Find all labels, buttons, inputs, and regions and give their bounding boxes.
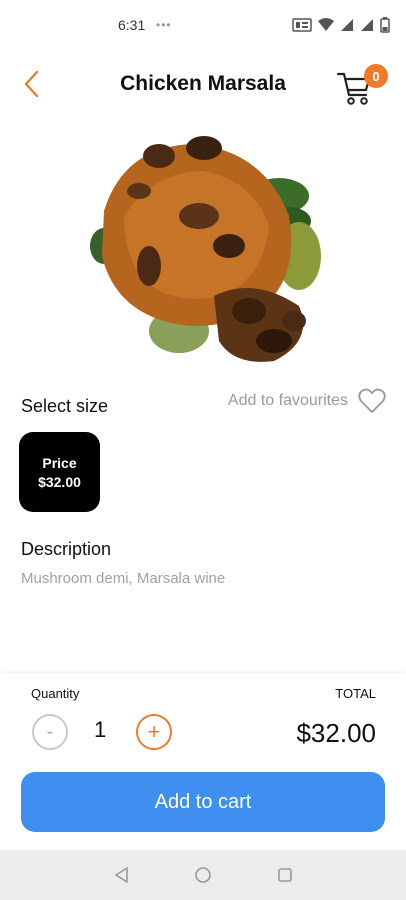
status-time: 6:31	[118, 17, 146, 33]
select-size-label: Select size	[21, 396, 109, 416]
total-label: TOTAL	[335, 686, 376, 701]
battery-icon	[380, 17, 390, 38]
cart-button[interactable]: 0	[336, 64, 388, 108]
price-option-value: $32.00	[38, 473, 81, 490]
system-nav-bar	[0, 850, 406, 900]
heart-icon	[358, 388, 386, 413]
quantity-value: 1	[94, 717, 107, 742]
signal-icon	[340, 18, 354, 37]
description-text: Mushroom demi, Marsala wine	[21, 570, 226, 587]
circle-home-icon	[195, 867, 211, 883]
total-value: $32.00	[296, 718, 376, 748]
nav-back-button[interactable]	[111, 865, 131, 885]
cart-count-badge: 0	[364, 64, 388, 88]
quantity-label: Quantity	[31, 686, 80, 701]
signal-icon-2	[360, 18, 374, 37]
nav-home-button[interactable]	[193, 865, 213, 885]
square-recents-icon	[278, 868, 292, 882]
dish-image	[90, 136, 321, 362]
nav-recents-button[interactable]	[275, 865, 295, 885]
add-to-cart-button[interactable]: Add to cart	[21, 772, 385, 832]
add-to-favourites-button[interactable]: Add to favourites	[228, 388, 386, 414]
status-bar: 6:31 •••	[0, 0, 406, 52]
increase-quantity-button[interactable]: +	[136, 714, 172, 750]
size-option-price[interactable]: Price $32.00	[19, 432, 100, 512]
size-row: Select size Add to favourites	[0, 388, 406, 422]
favourites-label: Add to favourites	[227, 392, 348, 409]
triangle-back-icon	[115, 867, 128, 883]
wifi-icon	[318, 18, 334, 37]
status-dots: •••	[156, 18, 172, 32]
price-option-label: Price	[42, 454, 77, 471]
sim-icon	[292, 18, 312, 37]
order-panel: Quantity TOTAL - 1 + $32.00 Add to cart	[0, 674, 406, 850]
description-title: Description	[21, 539, 112, 559]
app-screen: 6:31 ••• Chicken Marsala 0 Select size A…	[0, 0, 406, 900]
status-icons	[292, 17, 390, 38]
decrease-quantity-button[interactable]: -	[32, 714, 68, 750]
header: Chicken Marsala 0	[0, 58, 406, 114]
